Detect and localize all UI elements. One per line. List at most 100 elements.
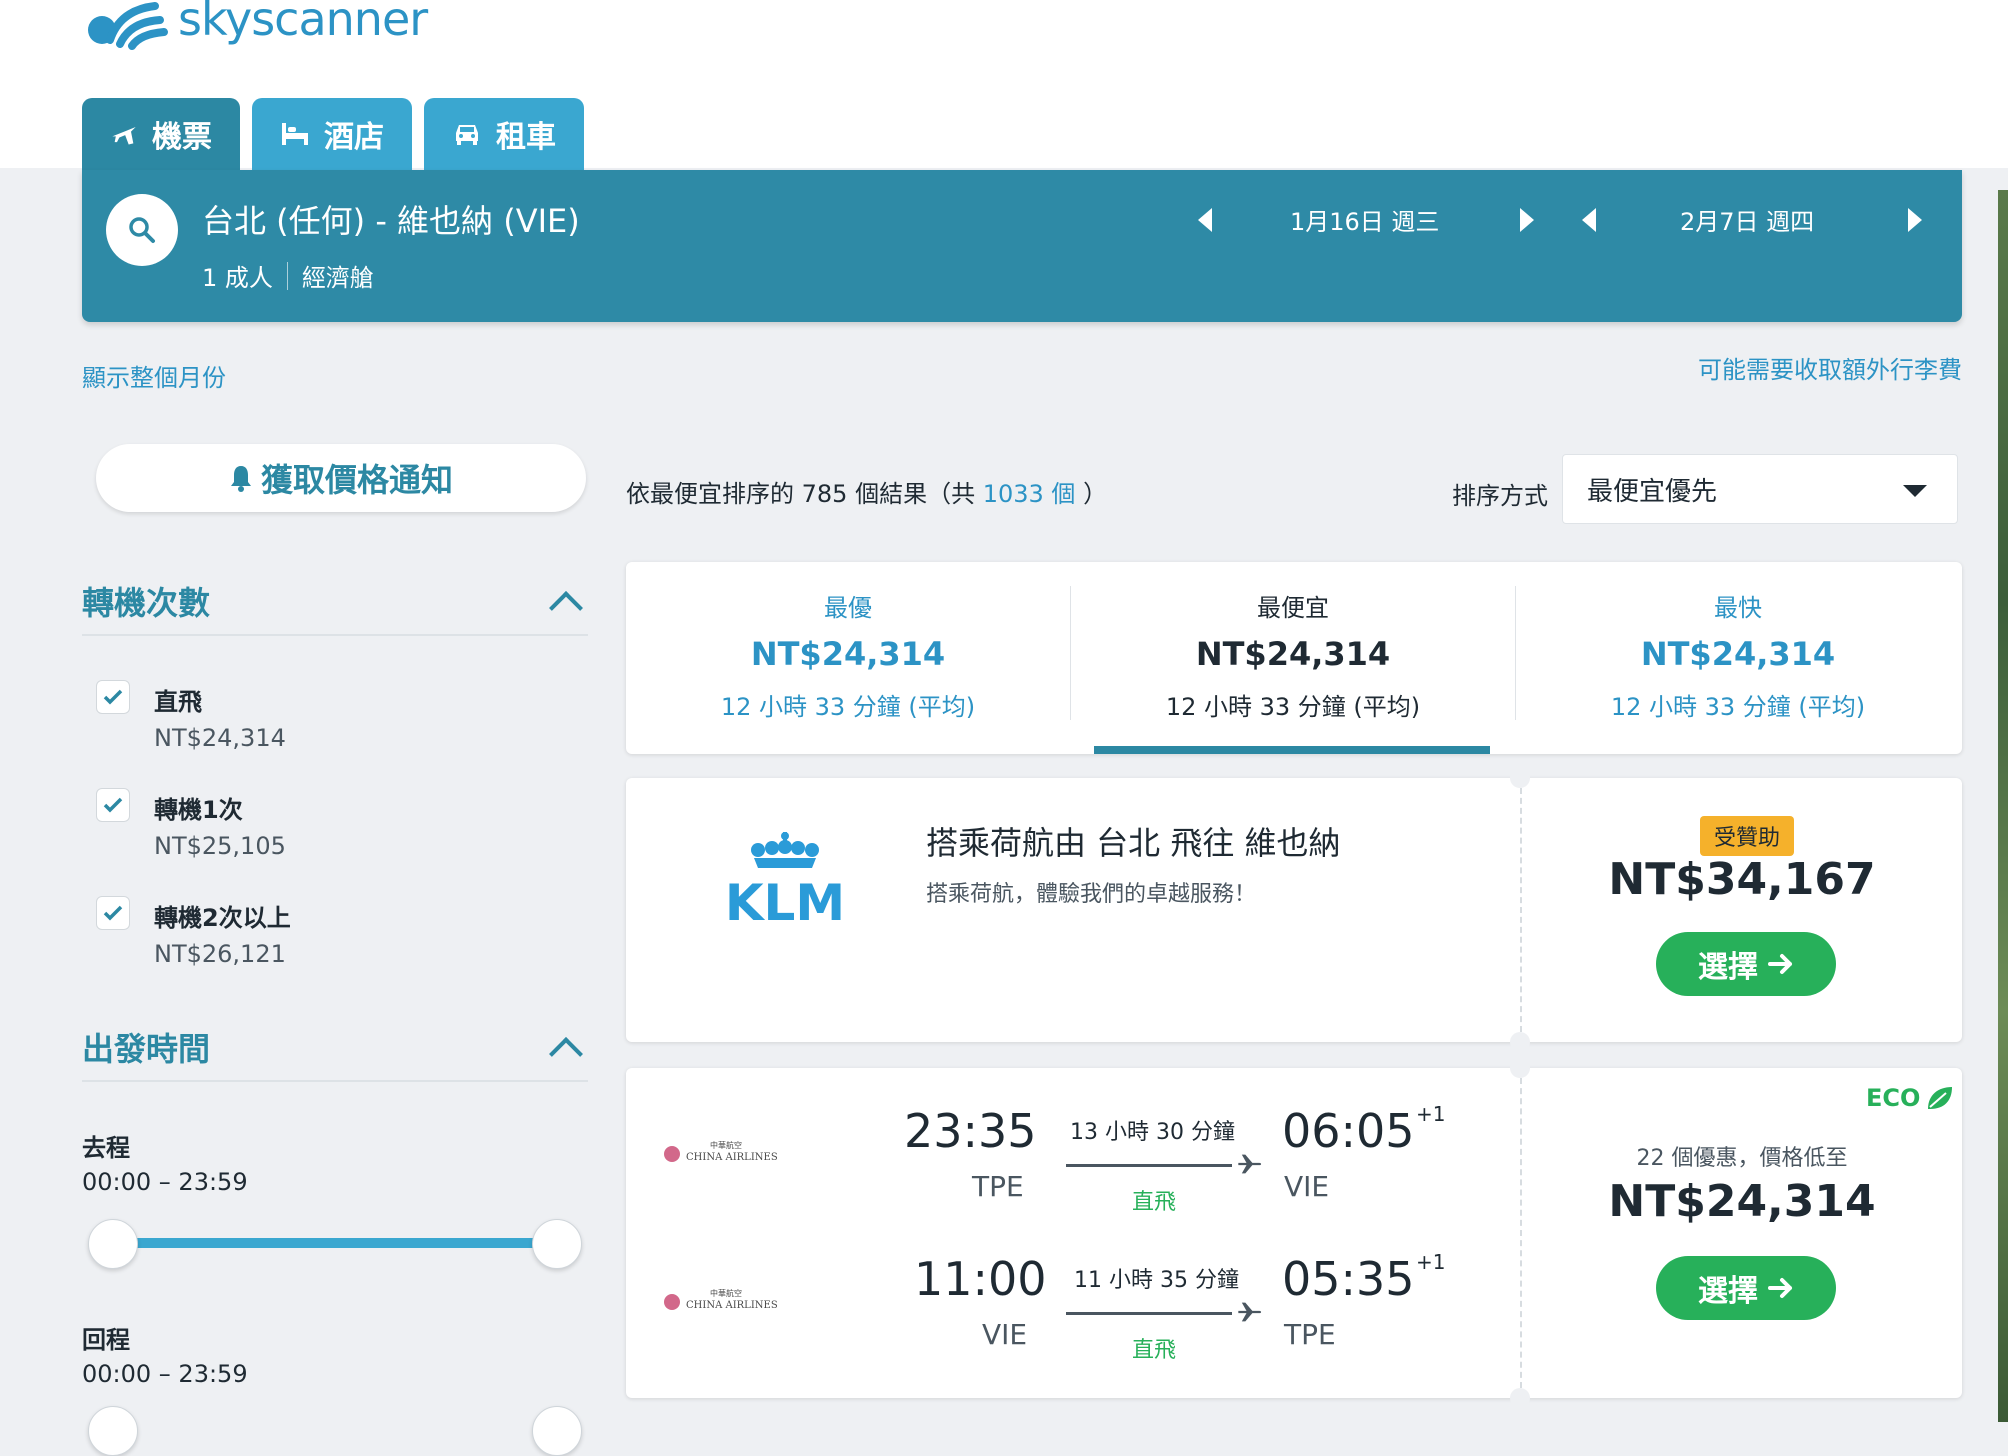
select-label: 選擇 bbox=[1698, 1274, 1758, 1309]
results-count: 依最便宜排序的 785 個結果（共 1033 個 ） bbox=[626, 474, 1107, 509]
flight-result-card[interactable]: ECO 中華航空 CHINA AIRLINES 23:35 TPE 13 小時 … bbox=[626, 1058, 1962, 1408]
depart-airport: TPE bbox=[972, 1170, 1024, 1203]
klm-crown-logo-icon: KLM bbox=[725, 832, 845, 932]
bed-icon bbox=[282, 123, 308, 145]
tab-hotels[interactable]: 酒店 bbox=[252, 98, 412, 170]
outbound-slider-start-handle[interactable] bbox=[88, 1219, 138, 1269]
return-slider-start-handle[interactable] bbox=[88, 1406, 138, 1456]
stops-option-label[interactable]: 轉機2次以上 bbox=[154, 898, 291, 933]
prev-return-date-button[interactable] bbox=[1582, 208, 1596, 232]
active-tab-indicator bbox=[1094, 746, 1490, 754]
arrow-right-icon bbox=[1768, 1278, 1792, 1298]
sort-label: 排序方式 bbox=[1452, 482, 1548, 510]
depart-airport: VIE bbox=[982, 1318, 1028, 1351]
eco-badge: ECO bbox=[1866, 1084, 1954, 1112]
product-tabs: 機票 酒店 租車 bbox=[82, 98, 584, 170]
tab-label: 機票 bbox=[152, 120, 212, 155]
outbound-slider-track[interactable] bbox=[112, 1238, 556, 1248]
ad-subtitle: 搭乘荷航，體驗我們的卓越服務！ bbox=[926, 882, 1257, 907]
next-day-indicator: +1 bbox=[1416, 1102, 1446, 1126]
tab-car-hire[interactable]: 租車 bbox=[424, 98, 584, 170]
passenger-cabin[interactable]: 1 成人 經濟艙 bbox=[202, 258, 374, 293]
summary-tab-duration: 12 小時 33 分鐘 (平均) bbox=[1610, 693, 1866, 721]
summary-tab-title: 最快 bbox=[1714, 594, 1762, 622]
stops-option-price: NT$25,105 bbox=[154, 832, 286, 860]
sort-value: 最便宜優先 bbox=[1587, 476, 1718, 507]
arrow-right-icon bbox=[1768, 954, 1792, 974]
summary-tab-duration: 12 小時 33 分鐘 (平均) bbox=[1165, 693, 1421, 721]
checkbox-one-stop[interactable] bbox=[96, 788, 130, 822]
check-icon bbox=[103, 689, 123, 705]
price-alert-button[interactable]: 獲取價格通知 bbox=[96, 444, 586, 512]
next-return-date-button[interactable] bbox=[1908, 208, 1922, 232]
chevron-up-icon[interactable] bbox=[549, 1037, 583, 1071]
tab-best[interactable]: 最優 NT$24,314 12 小時 33 分鐘 (平均) bbox=[626, 562, 1070, 754]
route-line bbox=[1066, 1312, 1232, 1315]
outbound-label: 去程 bbox=[82, 1134, 130, 1162]
summary-tab-price: NT$24,314 bbox=[1640, 635, 1836, 673]
airline-name: CHINA AIRLINES bbox=[686, 1300, 778, 1311]
plane-icon bbox=[112, 127, 136, 145]
divider bbox=[1520, 788, 1522, 1032]
depart-date[interactable]: 1月16日 週三 bbox=[1290, 202, 1439, 237]
return-date[interactable]: 2月7日 週四 bbox=[1680, 202, 1814, 237]
depart-time: 23:35 bbox=[904, 1104, 1037, 1158]
leg-duration: 11 小時 35 分鐘 bbox=[1074, 1268, 1239, 1293]
leg-stops: 直飛 bbox=[1132, 1190, 1177, 1215]
summary-tab-title: 最便宜 bbox=[1257, 594, 1329, 622]
return-slider-end-handle[interactable] bbox=[532, 1406, 582, 1456]
total-results-link[interactable]: 1033 個 bbox=[983, 480, 1076, 508]
tab-flights[interactable]: 機票 bbox=[82, 98, 240, 170]
tab-cheapest[interactable]: 最便宜 NT$24,314 12 小時 33 分鐘 (平均) bbox=[1071, 562, 1515, 754]
baggage-fee-link[interactable]: 可能需要收取額外行李費 bbox=[1698, 350, 1962, 385]
summary-tab-title: 最優 bbox=[824, 594, 872, 622]
card-notch bbox=[1510, 1032, 1530, 1052]
flight-select-button[interactable]: 選擇 bbox=[1656, 1256, 1836, 1320]
chevron-down-icon bbox=[1903, 485, 1927, 497]
plane-icon bbox=[1238, 1154, 1262, 1174]
ad-select-button[interactable]: 選擇 bbox=[1656, 932, 1836, 996]
sort-select[interactable]: 最便宜優先 bbox=[1562, 454, 1958, 524]
stops-filter-title[interactable]: 轉機次數 bbox=[82, 578, 210, 624]
sunrise-logo-icon bbox=[88, 2, 168, 50]
arrive-time: 06:05 bbox=[1282, 1104, 1415, 1158]
summary-tab-duration: 12 小時 33 分鐘 (平均) bbox=[720, 693, 976, 721]
leg-stops: 直飛 bbox=[1132, 1338, 1177, 1363]
flight-price: NT$24,314 bbox=[1608, 1176, 1876, 1227]
return-label: 回程 bbox=[82, 1326, 130, 1354]
card-notch bbox=[1510, 1388, 1530, 1408]
cabin-class: 經濟艙 bbox=[301, 264, 374, 292]
airline-logo: 中華航空 CHINA AIRLINES bbox=[662, 1280, 782, 1324]
depart-time: 11:00 bbox=[914, 1252, 1047, 1306]
leaf-icon bbox=[1928, 1087, 1953, 1109]
results-count-text: 依最便宜排序的 785 個結果（共 bbox=[626, 480, 976, 508]
search-button[interactable] bbox=[106, 194, 178, 266]
outbound-slider-end-handle[interactable] bbox=[532, 1219, 582, 1269]
prev-depart-date-button[interactable] bbox=[1198, 208, 1212, 232]
next-depart-date-button[interactable] bbox=[1520, 208, 1534, 232]
chevron-up-icon[interactable] bbox=[549, 591, 583, 625]
checkbox-direct[interactable] bbox=[96, 680, 130, 714]
stops-option-price: NT$24,314 bbox=[154, 724, 286, 752]
times-filter-title[interactable]: 出發時間 bbox=[82, 1024, 210, 1070]
check-icon bbox=[103, 905, 123, 921]
stops-option-label[interactable]: 直飛 bbox=[154, 682, 202, 717]
price-alert-label: 獲取價格通知 bbox=[260, 461, 453, 499]
stops-option-label[interactable]: 轉機1次 bbox=[154, 790, 243, 825]
skyscanner-logo[interactable]: skyscanner bbox=[80, 0, 428, 60]
tab-label: 租車 bbox=[496, 120, 556, 155]
show-whole-month-link[interactable]: 顯示整個月份 bbox=[82, 358, 226, 393]
klm-wordmark: KLM bbox=[725, 874, 845, 928]
next-day-indicator: +1 bbox=[1416, 1250, 1446, 1274]
checkbox-two-plus-stops[interactable] bbox=[96, 896, 130, 930]
leg-duration: 13 小時 30 分鐘 bbox=[1070, 1120, 1235, 1145]
klm-logo: KLM bbox=[710, 828, 860, 932]
sponsored-ad-card[interactable]: KLM 搭乘荷航由 台北 飛往 維也納 搭乘荷航，體驗我們的卓越服務！ 受贊助 … bbox=[626, 768, 1962, 1052]
tab-fastest[interactable]: 最快 NT$24,314 12 小時 33 分鐘 (平均) bbox=[1516, 562, 1960, 754]
tab-label: 酒店 bbox=[324, 120, 384, 155]
arrive-airport: TPE bbox=[1284, 1318, 1336, 1351]
summary-tab-price: NT$24,314 bbox=[1195, 635, 1391, 673]
china-airlines-logo-icon: 中華航空 CHINA AIRLINES bbox=[664, 1288, 778, 1311]
car-icon bbox=[456, 125, 478, 145]
route-text[interactable]: 台北 (任何) - 維也納 (VIE) bbox=[202, 196, 580, 242]
